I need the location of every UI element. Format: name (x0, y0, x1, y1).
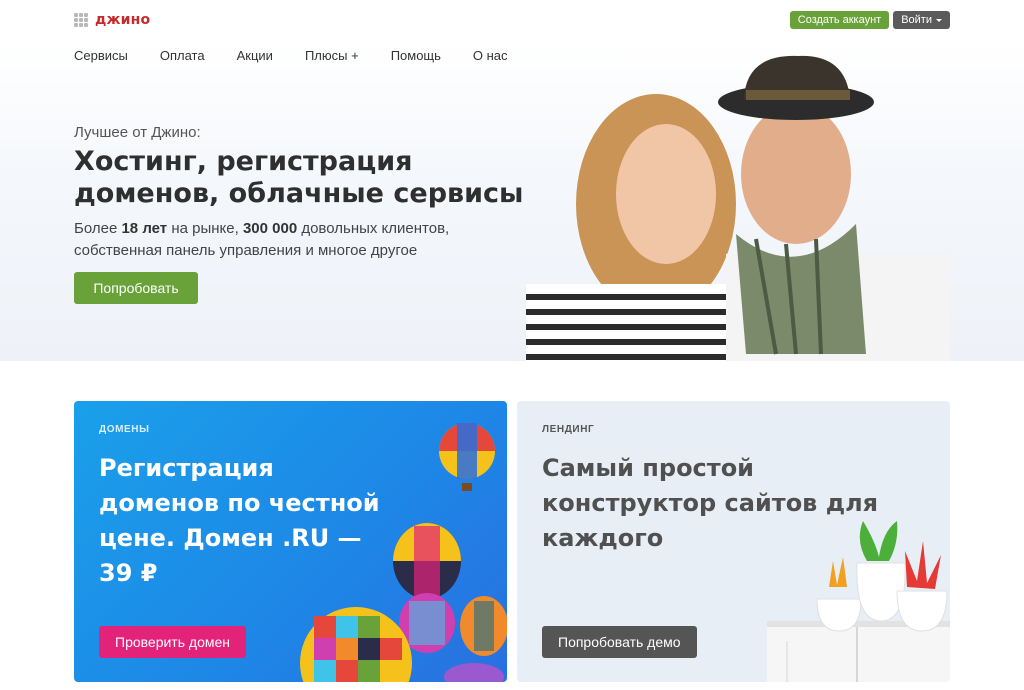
plus-icon: + (351, 48, 359, 63)
nav-item-promotions[interactable]: Акции (237, 48, 273, 63)
hero-kicker: Лучшее от Джино: (74, 124, 201, 141)
logo[interactable]: джино (74, 12, 150, 28)
nav-item-payment[interactable]: Оплата (160, 48, 205, 63)
apps-grid-icon[interactable] (74, 13, 88, 27)
nav-item-pluses[interactable]: Плюсы + (305, 48, 359, 63)
hero-desc-clients: 300 000 (242, 220, 298, 237)
nav-item-help[interactable]: Помощь (391, 48, 441, 63)
try-demo-button[interactable]: Попробовать демо (542, 626, 697, 658)
landing-tag: ЛЕНДИНГ (542, 424, 595, 435)
check-domain-button[interactable]: Проверить домен (99, 626, 247, 658)
hero-people-photo (526, 55, 950, 361)
login-label: Войти (901, 14, 932, 26)
hero-desc-part: Более (74, 220, 122, 237)
nav-item-about[interactable]: О нас (473, 48, 508, 63)
landing-card[interactable]: ЛЕНДИНГ Самый простой конструктор сайтов… (517, 401, 950, 682)
hero-description: Более 18 лет на рынке, 300 000 довольных… (74, 218, 494, 262)
logo-text: джино (95, 12, 151, 28)
login-button[interactable]: Войти (893, 11, 950, 29)
nav-item-services[interactable]: Сервисы (74, 48, 128, 63)
domains-card[interactable]: ДОМЕНЫ Регистрация доменов по честной це… (74, 401, 507, 682)
create-account-button[interactable]: Создать аккаунт (789, 11, 890, 29)
hero-title: Хостинг, регистрация доменов, облачные с… (74, 146, 524, 209)
hero-desc-years: 18 лет (121, 220, 168, 237)
potted-plants-illustration (767, 521, 950, 682)
nav-pluses-label: Плюсы (304, 48, 348, 63)
try-button[interactable]: Попробовать (74, 272, 198, 304)
domains-tag: ДОМЕНЫ (99, 424, 150, 435)
hot-air-balloons-illustration (300, 423, 507, 682)
top-bar: джино Создать аккаунт Войти (0, 0, 1024, 40)
main-nav: Сервисы Оплата Акции Плюсы + Помощь О на… (74, 48, 508, 63)
auth-buttons: Создать аккаунт Войти (789, 11, 950, 29)
hero-desc-part: на рынке, (167, 220, 243, 237)
caret-down-icon (936, 18, 942, 22)
